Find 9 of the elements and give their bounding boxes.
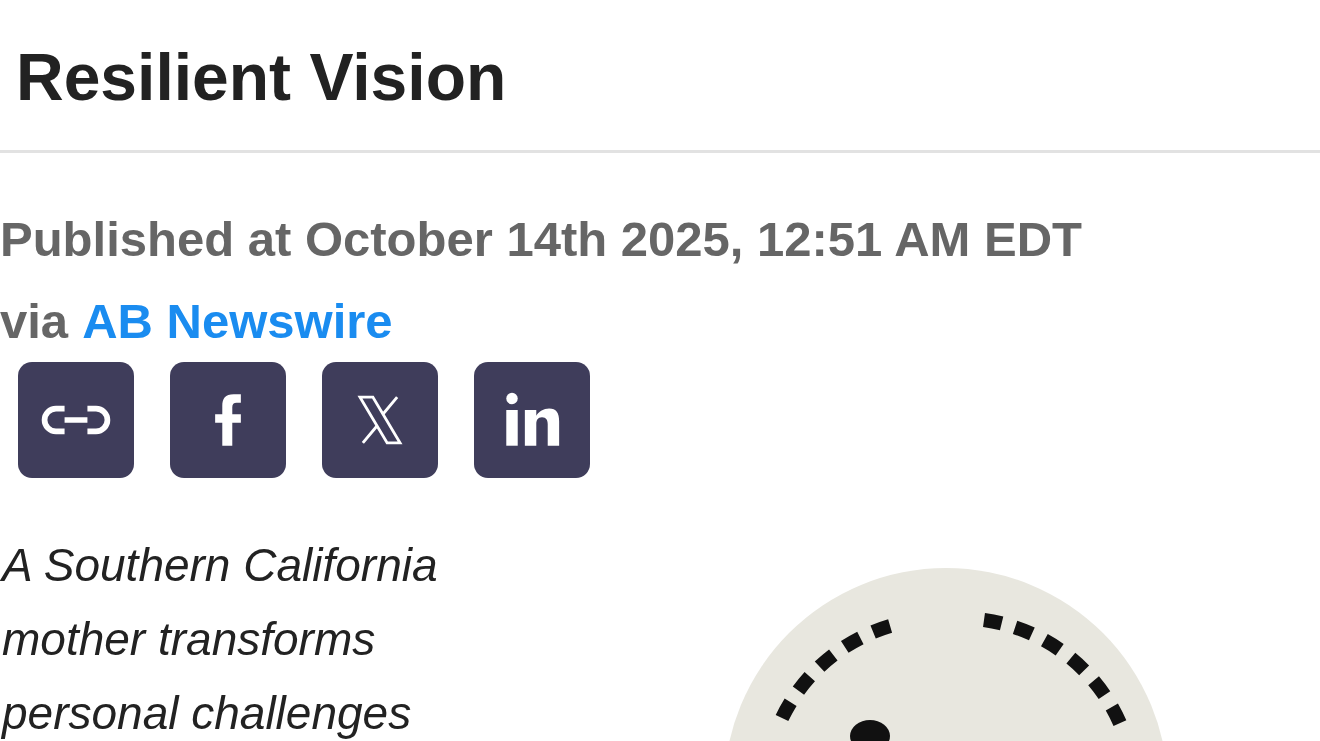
via-label: via (0, 293, 69, 350)
share-button[interactable] (322, 362, 438, 478)
share-button[interactable] (18, 362, 134, 478)
publish-date: Published at October 14th 2025, 12:51 AM EDT (0, 211, 1083, 268)
article-title: Resilient Vision (16, 39, 508, 116)
article-summary: A Southern California mother transforms personal challenges (0, 538, 439, 741)
share-button[interactable] (474, 362, 590, 478)
source-link[interactable]: AB Newswire (82, 280, 393, 362)
share-button[interactable] (170, 362, 286, 478)
